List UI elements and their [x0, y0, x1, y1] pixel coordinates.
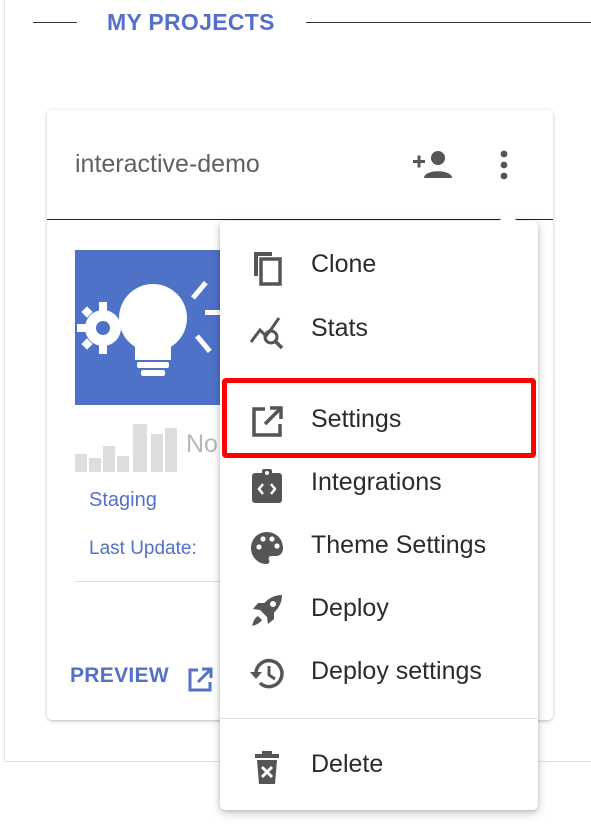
last-update-label: Last Update: [89, 538, 197, 559]
menu-item-theme-settings[interactable]: Theme Settings [220, 516, 538, 574]
menu-item-label: Stats [311, 314, 368, 342]
menu-item-label: Deploy settings [311, 657, 482, 685]
project-name: interactive-demo [75, 150, 260, 178]
preview-button[interactable]: PREVIEW [70, 664, 169, 688]
trash-icon [255, 751, 279, 784]
chart-placeholder-text: No [186, 430, 218, 458]
menu-item-label: Theme Settings [311, 531, 487, 559]
settings-highlight-box [222, 378, 536, 458]
rocket-icon [252, 595, 282, 626]
history-icon [250, 658, 284, 689]
menu-item-deploy-settings[interactable]: Deploy settings [220, 642, 538, 700]
more-options-button[interactable] [487, 146, 521, 186]
card-header-divider [47, 219, 553, 220]
menu-item-label: Integrations [311, 468, 442, 496]
menu-item-delete[interactable]: Delete [220, 735, 538, 793]
menu-caret [498, 212, 518, 222]
project-actions-menu: Clone Stats Settings Integrations Theme … [220, 212, 538, 810]
menu-item-integrations[interactable]: Integrations [220, 453, 538, 511]
environment-link[interactable]: Staging [89, 489, 157, 512]
add-person-icon [413, 151, 452, 178]
menu-item-clone[interactable]: Clone [220, 235, 538, 293]
palette-icon [251, 532, 283, 564]
menu-item-label: Delete [311, 750, 384, 778]
menu-item-label: Clone [311, 250, 377, 278]
menu-item-stats[interactable]: Stats [220, 299, 538, 357]
section-title: MY PROJECTS [107, 9, 275, 35]
menu-item-deploy[interactable]: Deploy [220, 579, 538, 637]
section-divider-left [33, 22, 77, 23]
section-divider-right [306, 22, 591, 23]
add-collaborator-button[interactable] [412, 147, 456, 181]
stats-search-icon [249, 317, 284, 350]
more-vertical-icon [500, 150, 508, 180]
menu-item-label: Deploy [311, 594, 389, 622]
open-external-icon[interactable] [186, 666, 214, 694]
copy-icon [254, 252, 282, 286]
menu-divider [220, 718, 538, 719]
code-clipboard-icon [252, 469, 282, 503]
